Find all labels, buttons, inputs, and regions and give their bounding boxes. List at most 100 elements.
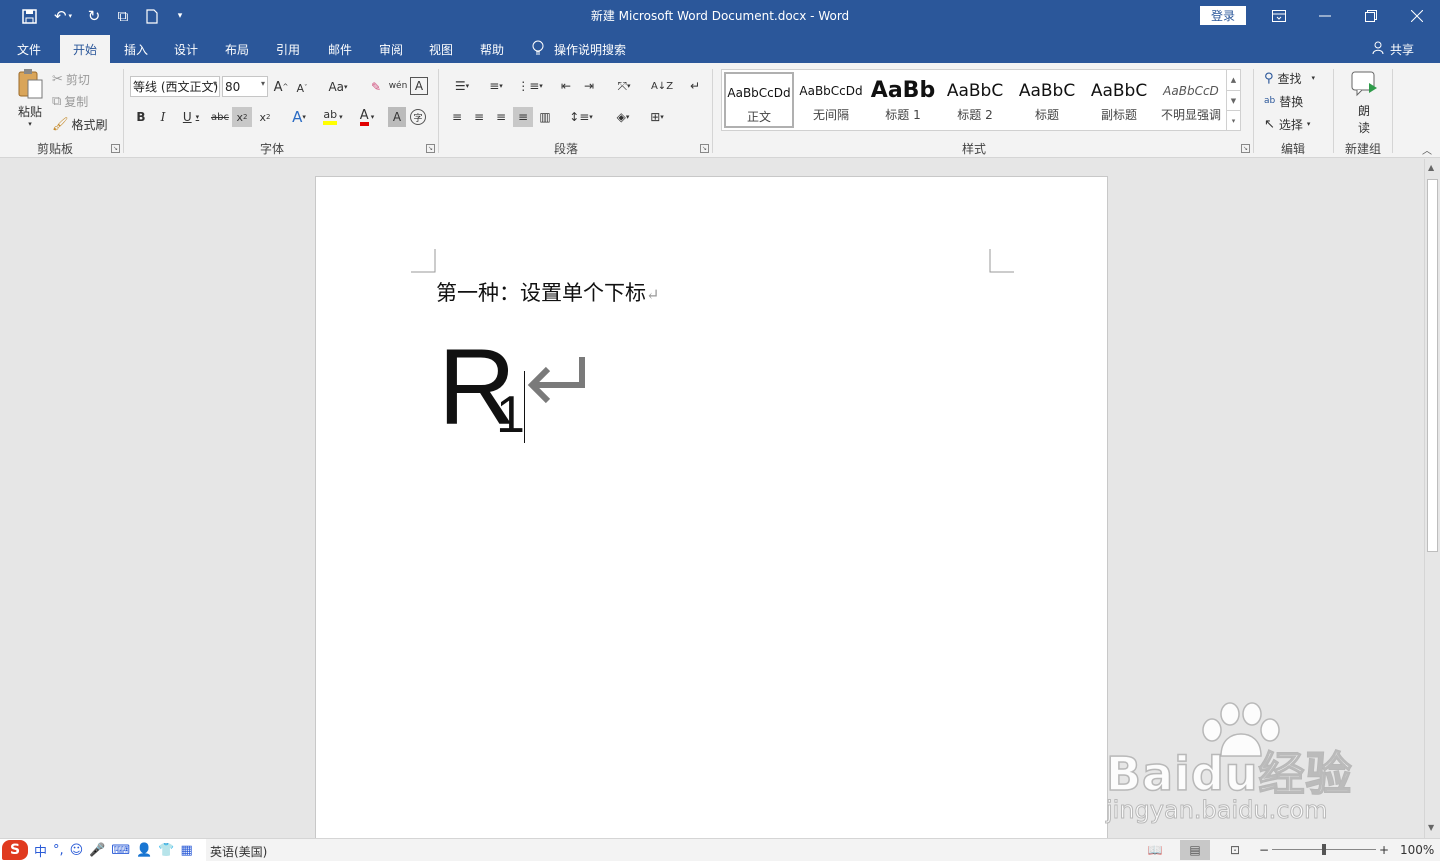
cut-button[interactable]: ✂ 剪切 (52, 70, 90, 88)
style-heading-1[interactable]: AaBb 标题 1 (868, 72, 938, 128)
emoji-icon[interactable]: ☺ (70, 843, 84, 858)
format-painter-button[interactable]: 🖌 格式刷 (52, 115, 108, 133)
align-left-icon[interactable]: ≡ (448, 107, 466, 127)
justify-icon[interactable]: ≡ (513, 107, 533, 127)
font-launcher-icon[interactable]: ↘ (426, 144, 435, 153)
enclose-characters-icon[interactable]: 字 (410, 109, 426, 125)
document-page[interactable]: 第一种：设置单个下标↵ R 1 (315, 176, 1108, 856)
tab-file[interactable]: 文件 (6, 35, 52, 63)
login-button[interactable]: 登录 (1200, 6, 1246, 25)
document-line-1[interactable]: 第一种：设置单个下标↵ (436, 277, 659, 307)
microphone-icon[interactable]: 🎤 (89, 843, 105, 858)
punctuation-icon[interactable]: °, (53, 843, 64, 858)
change-case-button[interactable]: Aa ▾ (324, 77, 352, 97)
font-name-combo[interactable]: 等线 (西文正文) ▾ (130, 76, 220, 97)
vertical-scrollbar[interactable]: ▲ ▼ (1424, 159, 1440, 838)
highlight-color-icon[interactable]: ab ▾ (318, 107, 348, 127)
ribbon-display-options-icon[interactable] (1256, 0, 1302, 31)
keyboard-icon[interactable]: ⌨ (111, 843, 130, 858)
superscript-icon[interactable]: x2 (255, 107, 275, 127)
zoom-in-icon[interactable]: + (1378, 841, 1390, 859)
bold-icon[interactable]: B (133, 107, 149, 127)
zoom-level[interactable]: 100% (1400, 843, 1434, 857)
chinese-layout-icon[interactable]: ⤧ ▾ (610, 76, 638, 96)
zoom-slider-thumb[interactable] (1322, 844, 1326, 855)
distributed-icon[interactable]: ▥ (536, 107, 554, 127)
font-size-combo[interactable]: 80 ▾ (222, 76, 268, 97)
increase-indent-icon[interactable]: ⇥ (579, 76, 599, 96)
tab-layout[interactable]: 布局 (215, 35, 259, 63)
multilevel-list-icon[interactable]: ⋮≡ ▾ (515, 76, 545, 96)
shading-icon[interactable]: ◈ ▾ (608, 107, 638, 127)
menu-grid-icon[interactable]: ▦ (181, 843, 193, 858)
skin-icon[interactable]: 👕 (158, 843, 174, 858)
style-no-spacing[interactable]: AaBbCcDd 无间隔 (796, 72, 866, 128)
clipboard-launcher-icon[interactable]: ↘ (111, 144, 120, 153)
styles-launcher-icon[interactable]: ↘ (1241, 144, 1250, 153)
numbering-icon[interactable]: ≡ ▾ (481, 76, 511, 96)
tab-review[interactable]: 审阅 (369, 35, 413, 63)
tab-design[interactable]: 设计 (164, 35, 208, 63)
ime-toolbar[interactable]: S 中 °, ☺ 🎤 ⌨ 👤 👕 ▦ (0, 839, 206, 861)
find-button[interactable]: ⚲ 查找 ▾ (1264, 69, 1315, 87)
bullets-icon[interactable]: ☰ ▾ (447, 76, 477, 96)
align-right-icon[interactable]: ≡ (492, 107, 510, 127)
gallery-up-icon[interactable]: ▲ (1226, 70, 1240, 90)
sogou-logo-icon[interactable]: S (2, 840, 28, 860)
style-subtle-emphasis[interactable]: AaBbCcD 不明显强调 (1156, 72, 1226, 128)
show-paragraph-marks-icon[interactable]: ↵ (686, 76, 704, 96)
tab-view[interactable]: 视图 (419, 35, 463, 63)
minimize-icon[interactable] (1302, 0, 1348, 31)
web-layout-icon[interactable]: ⊡ (1220, 840, 1250, 860)
borders-icon[interactable]: ⊞ ▾ (642, 107, 672, 127)
style-heading-2[interactable]: AaBbC 标题 2 (940, 72, 1010, 128)
text-effects-icon[interactable]: A ▾ (286, 107, 312, 127)
share-button[interactable]: 共享 (1372, 35, 1414, 63)
tab-insert[interactable]: 插入 (114, 35, 158, 63)
style-subtitle[interactable]: AaBbC 副标题 (1084, 72, 1154, 128)
shrink-font-icon[interactable]: Aˇ (295, 79, 309, 97)
character-shading-icon[interactable]: A (388, 107, 406, 127)
line-spacing-icon[interactable]: ↕≡ ▾ (566, 107, 596, 127)
scroll-up-icon[interactable]: ▲ (1428, 163, 1434, 172)
font-color-icon[interactable]: A ▾ (352, 107, 382, 127)
style-title[interactable]: AaBbC 标题 (1012, 72, 1082, 128)
strikethrough-icon[interactable]: abc (209, 107, 231, 127)
tab-references[interactable]: 引用 (266, 35, 310, 63)
print-layout-icon[interactable]: ▤ (1180, 840, 1210, 860)
user-icon[interactable]: 👤 (136, 843, 152, 858)
document-canvas[interactable]: 第一种：设置单个下标↵ R 1 (0, 159, 1424, 856)
copy-button[interactable]: ⧉ 复制 (52, 92, 88, 110)
scroll-down-icon[interactable]: ▼ (1428, 823, 1434, 832)
ime-mode[interactable]: 中 (34, 841, 47, 860)
read-mode-icon[interactable]: 📖 (1140, 840, 1170, 860)
phonetic-guide-icon[interactable]: wén (388, 75, 408, 97)
clear-formatting-icon[interactable]: ✎ (366, 77, 386, 97)
grow-font-icon[interactable]: A ^ (273, 77, 289, 97)
close-icon[interactable] (1394, 0, 1440, 31)
italic-icon[interactable]: I (155, 107, 171, 127)
character-border-icon[interactable]: A (410, 77, 428, 95)
gallery-more-icon[interactable]: ▾ (1226, 110, 1240, 130)
subscript-icon[interactable]: x2 (232, 107, 252, 127)
tab-home[interactable]: 开始 (60, 35, 110, 63)
tab-mailings[interactable]: 邮件 (318, 35, 362, 63)
tell-me-search[interactable]: 操作说明搜索 (532, 35, 626, 63)
tab-help[interactable]: 帮助 (470, 35, 514, 63)
scrollbar-thumb[interactable] (1427, 179, 1438, 552)
decrease-indent-icon[interactable]: ⇤ (556, 76, 576, 96)
collapse-ribbon-icon[interactable]: ︿ (1420, 143, 1434, 157)
align-center-icon[interactable]: ≡ (470, 107, 488, 127)
select-button[interactable]: ↖ 选择 ▾ (1264, 115, 1310, 133)
gallery-down-icon[interactable]: ▼ (1226, 90, 1240, 110)
paste-button[interactable]: 粘贴 ▾ (12, 69, 48, 128)
sort-icon[interactable]: A↓Z (651, 76, 673, 96)
language-indicator[interactable]: 英语(美国) (210, 843, 267, 860)
read-aloud-button[interactable]: 朗 读 (1344, 69, 1384, 135)
zoom-out-icon[interactable]: − (1258, 841, 1270, 859)
restore-icon[interactable] (1348, 0, 1394, 31)
style-normal[interactable]: AaBbCcDd 正文 (724, 72, 794, 128)
replace-button[interactable]: ab 替换 (1264, 92, 1303, 110)
paragraph-launcher-icon[interactable]: ↘ (700, 144, 709, 153)
underline-icon[interactable]: U ▾ (177, 107, 205, 127)
